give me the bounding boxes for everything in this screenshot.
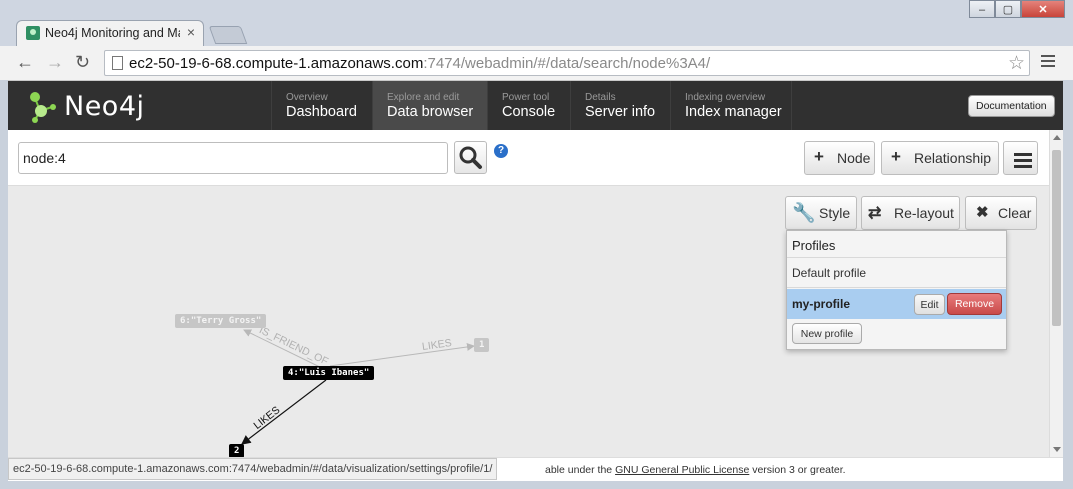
nav-data-browser-label: Data browser: [387, 104, 474, 120]
browser-menu-icon[interactable]: [1041, 55, 1055, 70]
nav-server-info-label: Server info: [585, 104, 656, 120]
nav-console-label: Console: [502, 104, 556, 120]
status-bar-url: ec2-50-19-6-68.compute-1.amazonaws.com:7…: [8, 458, 498, 480]
nav-data-browser-subtitle: Explore and edit: [387, 92, 460, 103]
minimize-button[interactable]: ‒: [969, 0, 995, 18]
view-switch-button[interactable]: [1003, 141, 1038, 175]
plus-icon: +: [814, 147, 824, 166]
style-label: Style: [819, 205, 851, 221]
nav-console-subtitle: Power tool: [502, 92, 550, 103]
nav-server-info[interactable]: Details Server info: [570, 81, 670, 130]
clear-button[interactable]: ✖ Clear: [965, 196, 1037, 230]
vertical-scrollbar[interactable]: [1049, 130, 1063, 457]
tab-close-icon[interactable]: ×: [187, 24, 195, 40]
profiles-divider: [787, 257, 1006, 258]
wrench-icon: 🔧: [792, 203, 816, 224]
profiles-title: Profiles: [792, 238, 836, 253]
browser-toolbar: ← → ↻ ec2-50-19-6-68.compute-1.amazonaws…: [0, 46, 1073, 81]
page-footer: able under the GNU General Public Licens…: [8, 457, 1063, 482]
logo-text: Neo4j: [64, 91, 145, 122]
reload-icon[interactable]: ↻: [75, 52, 90, 73]
address-bar[interactable]: ec2-50-19-6-68.compute-1.amazonaws.com:7…: [104, 50, 1030, 76]
scroll-down-arrow-icon[interactable]: [1053, 447, 1061, 452]
edge-likes1-line: [329, 343, 475, 367]
bookmark-star-icon[interactable]: ☆: [1008, 52, 1025, 75]
add-node-button[interactable]: + Node: [804, 141, 875, 175]
forward-arrow-icon[interactable]: →: [46, 52, 64, 73]
nav-console[interactable]: Power tool Console: [487, 81, 570, 130]
tab-title: Neo4j Monitoring and Mar: [45, 26, 180, 40]
nav-index-manager-label: Index manager: [685, 104, 782, 120]
x-icon: ✖: [976, 204, 989, 221]
window-titlebar: Neo4j Monitoring and Mar × ‒ ▢ ✕: [0, 0, 1073, 46]
app-header: Neo4j Overview Dashboard Explore and edi…: [8, 81, 1063, 130]
maximize-button[interactable]: ▢: [995, 0, 1021, 18]
profiles-divider: [787, 287, 1006, 288]
new-profile-button[interactable]: New profile: [792, 323, 862, 344]
back-arrow-icon[interactable]: ←: [16, 52, 34, 73]
profile-name: my-profile: [792, 297, 851, 311]
profile-default[interactable]: Default profile: [792, 266, 866, 280]
magnifier-icon: [459, 146, 482, 169]
relayout-label: Re-layout: [894, 205, 954, 221]
license-link[interactable]: GNU General Public License: [615, 464, 749, 476]
remove-profile-button[interactable]: Remove: [947, 293, 1002, 315]
new-tab-button[interactable]: [208, 26, 248, 44]
node-1[interactable]: 1: [474, 338, 490, 352]
search-button[interactable]: [454, 141, 487, 174]
nav-dashboard-label: Dashboard: [286, 104, 357, 120]
nav-dashboard[interactable]: Overview Dashboard: [271, 81, 372, 130]
browser-tab[interactable]: Neo4j Monitoring and Mar ×: [16, 20, 204, 46]
help-icon[interactable]: ?: [494, 144, 508, 158]
plus-icon: +: [891, 147, 901, 166]
list-view-icon: [1014, 153, 1032, 171]
node-luis-ibanes[interactable]: 4:"Luis Ibanes": [283, 366, 375, 380]
scroll-up-arrow-icon[interactable]: [1053, 135, 1061, 140]
add-relationship-button[interactable]: + Relationship: [881, 141, 999, 175]
documentation-button[interactable]: Documentation: [968, 95, 1055, 117]
window-frame-right: [1063, 80, 1073, 481]
add-node-label: Node: [837, 150, 871, 166]
data-browser-panel: ? + Node + Relationship: [8, 130, 1049, 457]
window-controls: ‒ ▢ ✕: [969, 0, 1065, 18]
scrollbar-thumb[interactable]: [1052, 150, 1061, 326]
license-text: able under the GNU General Public Licens…: [545, 464, 846, 476]
shuffle-icon: ⇄: [868, 205, 882, 222]
graph-canvas[interactable]: IS_FRIEND_OF LIKES LIKES 6:"Terry Gross"…: [8, 186, 1049, 457]
edge-likes2-line: [241, 379, 327, 445]
window-frame-left: [0, 80, 8, 481]
profile-row-my-profile[interactable]: my-profile Edit Remove: [787, 289, 1006, 319]
node-terry-gross[interactable]: 6:"Terry Gross": [175, 314, 267, 328]
relayout-button[interactable]: ⇄ Re-layout: [861, 196, 960, 230]
page-icon: [112, 56, 123, 70]
close-window-button[interactable]: ✕: [1021, 0, 1065, 18]
search-input[interactable]: [18, 142, 448, 174]
nav-index-manager-subtitle: Indexing overview: [685, 92, 766, 103]
nav-data-browser[interactable]: Explore and edit Data browser: [372, 81, 487, 130]
edit-profile-button[interactable]: Edit: [914, 294, 945, 315]
clear-label: Clear: [998, 205, 1032, 221]
url-text: ec2-50-19-6-68.compute-1.amazonaws.com:7…: [129, 55, 711, 72]
profiles-dropdown: Profiles Default profile my-profile Edit…: [786, 230, 1007, 350]
nav-dashboard-subtitle: Overview: [286, 92, 328, 103]
search-bar: ? + Node + Relationship: [8, 130, 1049, 186]
nav-index-manager[interactable]: Indexing overview Index manager: [670, 81, 792, 130]
nav-server-info-subtitle: Details: [585, 92, 616, 103]
neo4j-logo[interactable]: Neo4j: [26, 88, 144, 124]
neo4j-favicon-icon: [26, 26, 40, 40]
style-button[interactable]: 🔧 Style: [785, 196, 857, 230]
neo4j-graph-logo-icon: [30, 92, 56, 123]
window-frame-bottom: [0, 481, 1073, 489]
node-2[interactable]: 2: [229, 444, 245, 457]
add-relationship-label: Relationship: [914, 150, 992, 166]
